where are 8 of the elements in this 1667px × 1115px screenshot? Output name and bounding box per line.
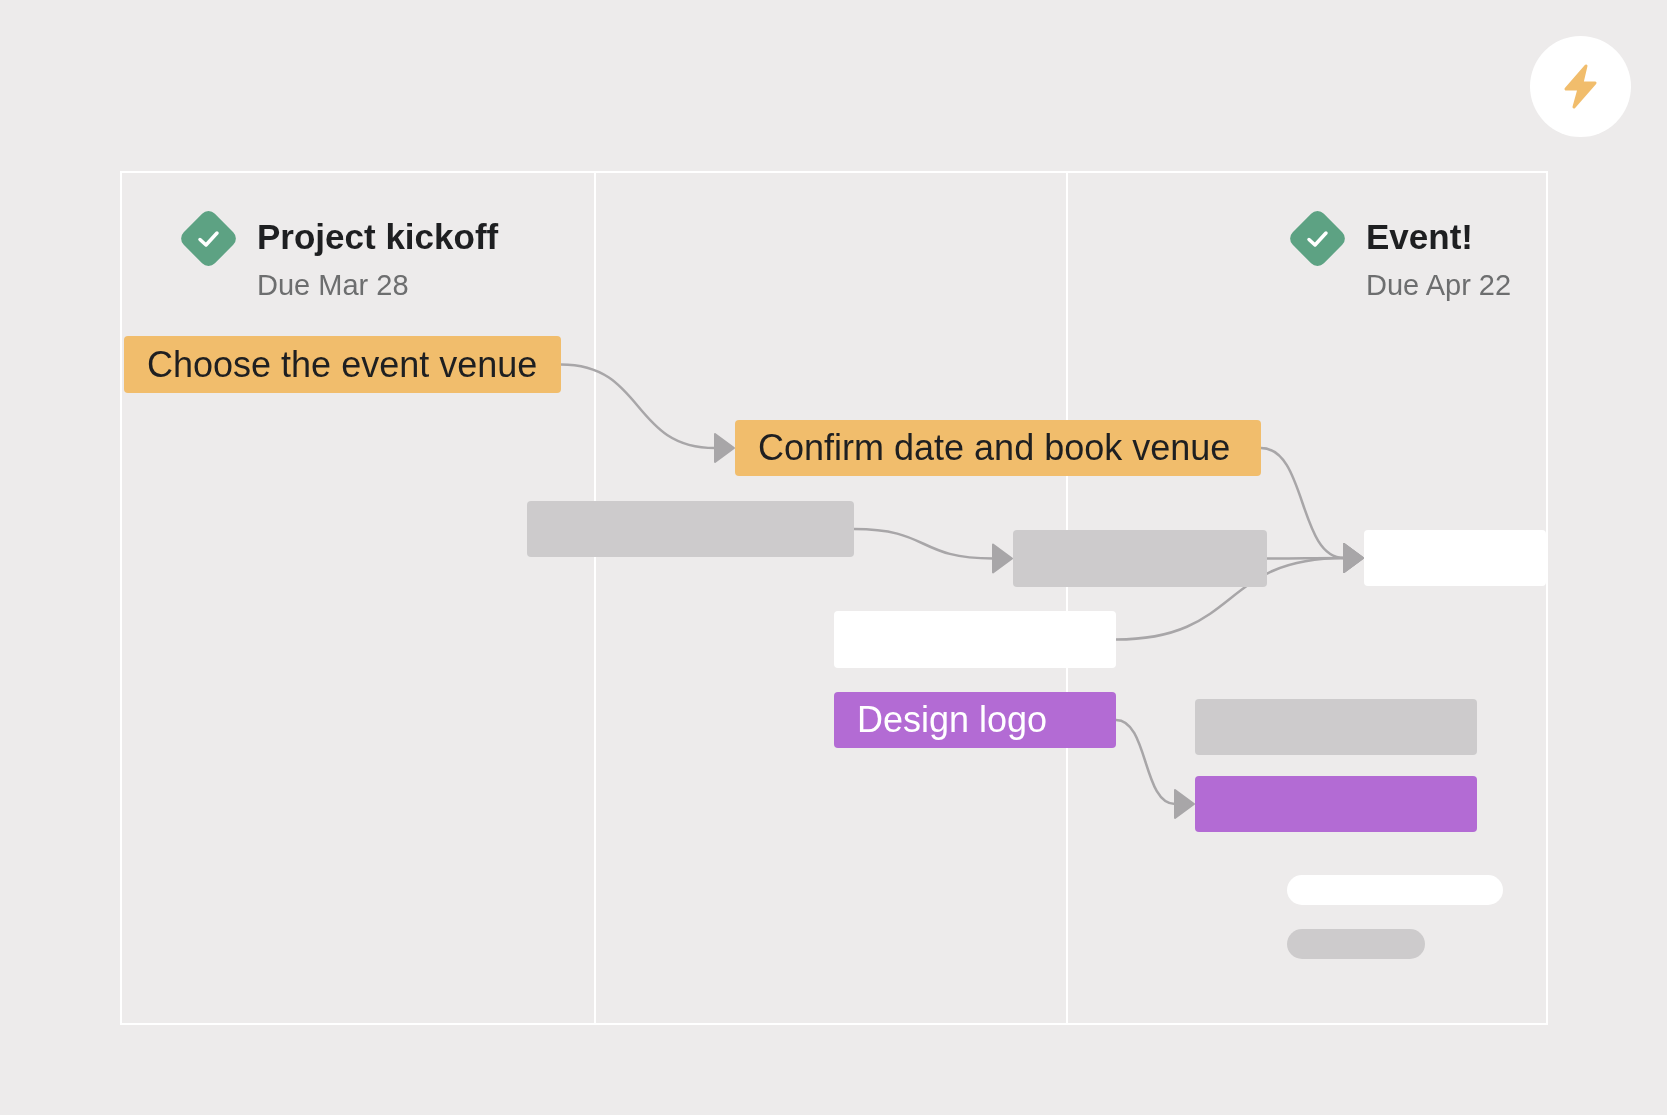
task-bar: Confirm date and book venue bbox=[735, 420, 1261, 476]
milestone-title: Project kickoff bbox=[257, 217, 499, 257]
due-date: Due Apr 22 bbox=[1366, 268, 1512, 302]
task-bar: Design logo bbox=[834, 692, 1116, 748]
lightning-icon bbox=[1562, 64, 1599, 109]
task-bar: Choose the event venue bbox=[124, 336, 561, 393]
milestone-title: Event! bbox=[1366, 217, 1473, 257]
due-date: Due Mar 28 bbox=[257, 268, 409, 302]
